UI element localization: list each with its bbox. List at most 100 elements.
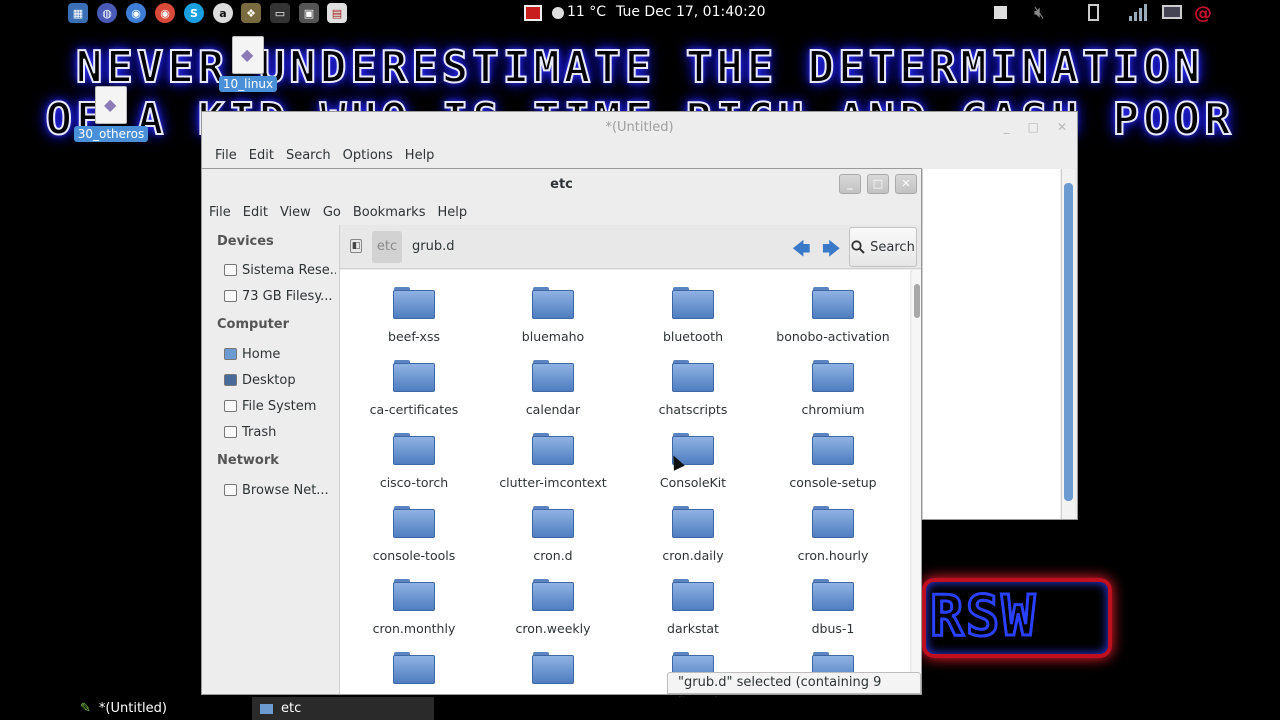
display-icon[interactable] [1162,5,1182,19]
sidebar-item-browse-network[interactable]: Browse Net... [224,480,336,500]
folder-icon [393,579,435,611]
menu-bookmarks[interactable]: Bookmarks [347,201,432,225]
maximize-button[interactable]: □ [867,174,889,194]
folder-item[interactable]: cisco-torch [344,433,484,506]
folder-item[interactable]: console-setup [763,433,903,506]
folder-item[interactable]: darkstat [623,579,763,652]
folder-item[interactable]: cron.d [483,506,623,579]
location-toolbar: ◧ etc grub.d 🡄 🡆 Search [340,225,921,269]
search-button[interactable]: Search [849,227,917,267]
wallpaper-quote-line-1: NEVER UNDERESTIMATE THE DETERMINATION [75,41,1205,94]
folder-item[interactable]: ca-certificates [344,360,484,433]
menu-help[interactable]: Help [399,144,441,168]
firefox-icon[interactable]: ◍ [97,3,117,23]
folder-item[interactable]: chatscripts [623,360,763,433]
terminal-icon[interactable]: ▭ [270,3,290,23]
path-toggle-icon[interactable]: ◧ [350,239,362,253]
window-controls: _ □ ✕ [839,174,917,194]
icon-view-scrollbar[interactable] [912,270,921,694]
folder-item[interactable]: dbus-1 [763,579,903,652]
sidebar-item-73gb-filesystem[interactable]: 73 GB Filesy... [224,286,336,306]
folder-item[interactable]: cron.weekly [483,579,623,652]
desktop-icon-10-linux[interactable]: 10_linux [208,36,288,92]
folder-icon-view[interactable]: beef-xss bluemaho bluetooth bonobo-activati… [340,270,910,694]
folder-item[interactable]: beef-xss [344,287,484,360]
folder-item[interactable]: chromium [763,360,903,433]
folder-icon [672,360,714,392]
breadcrumb-grub-d[interactable]: grub.d [412,231,454,263]
gedit-scrollbar-thumb[interactable] [1064,183,1073,501]
sidebar-item-home[interactable]: Home [224,344,336,364]
calendar-icon[interactable]: ▤ [327,3,347,23]
gedit-scrollbar[interactable] [1061,169,1075,519]
sidebar-item-label: Browse Net... [242,482,329,498]
folder-item[interactable] [344,652,484,694]
taskbar-item-etc[interactable]: etc [252,697,434,720]
folder-item[interactable]: bluemaho [483,287,623,360]
folder-item[interactable]: calendar [483,360,623,433]
sidebar-heading-computer: Computer [217,317,290,332]
folder-item[interactable]: clutter-imcontext [483,433,623,506]
weather-app-icon[interactable] [524,4,542,21]
close-button[interactable]: ✕ [895,174,917,194]
menu-go[interactable]: Go [317,201,347,225]
folder-icon [672,579,714,611]
folder-label: dbus-1 [811,621,855,636]
volume-muted-icon[interactable]: 🔇︎ [1034,3,1054,23]
folder-item[interactable]: ConsoleKit [623,433,763,506]
minimize-button[interactable]: _ [1004,120,1010,134]
desktop-icon-30-otheros[interactable]: 30_otheros [71,86,151,142]
files-icon[interactable]: ▦ [68,3,88,23]
skype-icon[interactable]: S [184,3,204,23]
clock-time: Tue Dec 17, 01:40:20 [616,4,766,20]
chromium-icon[interactable]: ◉ [126,3,146,23]
minimize-button[interactable]: _ [839,174,861,194]
file-manager-window[interactable]: etc _ □ ✕ File Edit View Go Bookmarks He… [201,168,922,710]
network-signal-icon[interactable] [1127,3,1147,23]
sidebar-item-trash[interactable]: Trash [224,422,336,442]
menu-search[interactable]: Search [280,144,337,168]
sidebar-item-desktop[interactable]: Desktop [224,370,336,390]
taskbar-item-gedit[interactable]: ✎ *(Untitled) [72,697,252,720]
back-arrow-icon[interactable]: 🡄 [792,237,811,267]
folder-item[interactable] [483,652,623,694]
menu-file[interactable]: File [209,144,243,168]
folder-label: cisco-torch [379,475,449,490]
folder-item[interactable]: bluetooth [623,287,763,360]
close-button[interactable]: ✕ [1057,120,1067,134]
maximize-button[interactable]: □ [1028,120,1039,134]
folder-item[interactable]: cron.monthly [344,579,484,652]
folder-label: cron.hourly [797,548,869,563]
screenshot-icon[interactable]: ▣ [299,3,319,23]
menu-file[interactable]: File [203,201,237,225]
gimp-icon[interactable]: ❖ [241,3,261,23]
menu-edit[interactable]: Edit [243,144,280,168]
gedit-text-area[interactable] [922,169,1060,519]
folder-item[interactable]: console-tools [344,506,484,579]
folder-label: console-tools [372,548,456,563]
menu-view[interactable]: View [274,201,317,225]
menu-edit[interactable]: Edit [237,201,274,225]
icon-view-scrollbar-thumb[interactable] [914,284,920,318]
folder-item[interactable]: cron.daily [623,506,763,579]
sidebar-item-system-reserved[interactable]: Sistema Rese... [224,260,336,280]
menu-options[interactable]: Options [337,144,399,168]
amarok-icon[interactable]: a [213,3,233,23]
menu-help[interactable]: Help [431,201,473,225]
clock[interactable]: 11 °C Tue Dec 17, 01:40:20 [524,0,766,25]
debian-icon[interactable]: @ [1194,3,1214,24]
stop-icon[interactable] [994,6,1007,19]
battery-icon[interactable] [1088,4,1099,21]
network-icon [224,484,237,496]
bottom-panel: ✎ *(Untitled) etc [0,697,1280,720]
breadcrumb-etc[interactable]: etc [372,231,402,263]
folder-icon [393,652,435,684]
drive-icon [224,290,237,302]
folder-item[interactable]: bonobo-activation [763,287,903,360]
folder-item[interactable]: cron.hourly [763,506,903,579]
sidebar-heading-devices: Devices [217,234,274,249]
forward-arrow-icon[interactable]: 🡆 [822,237,841,267]
sidebar-item-file-system[interactable]: File System [224,396,336,416]
weather-readout[interactable]: 11 °C [552,0,606,25]
chrome-icon[interactable]: ◉ [155,3,175,23]
